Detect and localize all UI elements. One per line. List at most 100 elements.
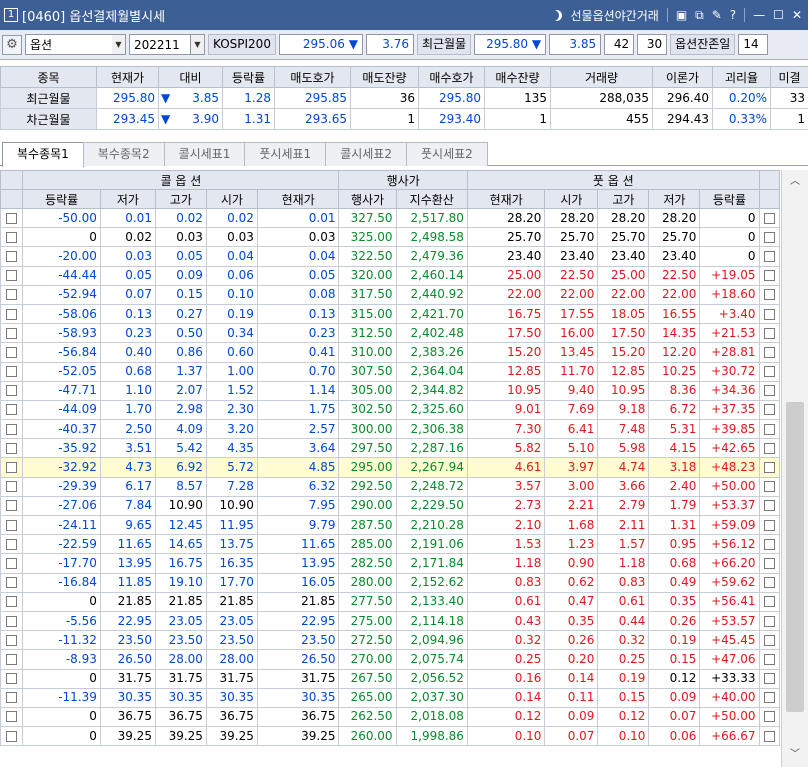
table-row[interactable]: 0 39.25 39.25 39.25 39.25 260.00 1,998.86 0.10 0… [0,726,781,747]
table-row[interactable]: -27.06 7.84 10.90 10.90 7.95 290.00 2,229.50 2.… [0,495,781,517]
put-select-checkbox[interactable] [763,519,775,531]
col-header[interactable]: 행사가 [338,189,397,209]
table-row[interactable]: -11.39 30.35 30.35 30.35 30.35 265.00 2,037.30… [0,687,781,708]
put-select-checkbox[interactable] [763,289,775,301]
call-select-checkbox[interactable] [6,653,18,665]
put-select-checkbox[interactable] [763,481,775,493]
put-select-checkbox[interactable] [763,250,775,262]
table-row[interactable]: -52.05 0.68 1.37 1.00 0.70 307.50 2,364.04 12.8… [0,361,781,382]
put-select-checkbox[interactable] [763,538,775,550]
table-row[interactable]: -58.93 0.23 0.50 0.34 0.23 312.50 2,402.48 17.5… [0,323,781,344]
col-header[interactable]: 현재가 [466,189,546,209]
put-select-checkbox[interactable] [763,557,775,569]
scroll-down-icon[interactable]: ﹀ [782,745,808,765]
table-row[interactable]: -44.44 0.05 0.09 0.06 0.05 320.00 2,460.14 25.0… [0,265,781,286]
call-select-checkbox[interactable] [6,327,18,339]
put-select-checkbox[interactable] [763,653,775,665]
call-select-checkbox[interactable] [6,212,18,224]
call-select-checkbox[interactable] [6,423,18,435]
col-header[interactable]: 고가 [597,189,650,209]
call-select-checkbox[interactable] [6,711,18,723]
col-header[interactable]: 등락률 [22,189,101,209]
put-select-checkbox[interactable] [763,615,775,627]
table-row[interactable]: -16.84 11.85 19.10 17.70 16.05 280.00 2,152.62… [0,572,781,593]
table-row[interactable]: 0 31.75 31.75 31.75 31.75 267.50 2,056.52 0.16 0… [0,668,781,689]
table-row[interactable]: -22.59 11.65 14.65 13.75 11.65 285.00 2,191.06… [0,534,781,555]
call-select-checkbox[interactable] [6,250,18,262]
call-select-checkbox[interactable] [6,462,18,474]
put-select-checkbox[interactable] [763,385,775,397]
put-select-checkbox[interactable] [763,346,775,358]
put-select-checkbox[interactable] [763,462,775,474]
put-select-checkbox[interactable] [763,692,775,704]
call-select-checkbox[interactable] [6,385,18,397]
col-header[interactable]: 등락률 [699,189,760,209]
copy-window-icon[interactable]: ⧉ [695,8,704,23]
call-select-checkbox[interactable] [6,557,18,569]
table-row[interactable]: -35.92 3.51 5.42 4.35 3.64 297.50 2,287.16 5.82… [0,438,781,459]
call-select-checkbox[interactable] [6,404,18,416]
put-select-checkbox[interactable] [763,730,775,742]
call-select-checkbox[interactable] [6,289,18,301]
put-select-checkbox[interactable] [763,711,775,723]
table-row[interactable]: -8.93 26.50 28.00 28.00 26.50 270.00 2,075.74 0… [0,649,781,670]
help-icon[interactable]: ? [730,8,736,22]
month-select[interactable]: 202211 ▼ [129,34,205,55]
tab-call-sheet-2[interactable]: 콜시세표2 [325,142,407,166]
col-header[interactable]: 지수환산 [395,189,468,209]
table-row[interactable]: -20.00 0.03 0.05 0.04 0.04 322.50 2,479.36 23.4… [0,246,781,267]
table-row[interactable]: -50.00 0.01 0.02 0.02 0.01 327.50 2,517.80 28.2… [0,207,781,229]
call-select-checkbox[interactable] [6,577,18,589]
scroll-thumb[interactable] [786,402,804,712]
table-row[interactable]: -52.94 0.07 0.15 0.10 0.08 317.50 2,440.92 22.0… [0,284,781,305]
call-select-checkbox[interactable] [6,673,18,685]
put-select-checkbox[interactable] [763,500,775,512]
table-row[interactable]: -5.56 22.95 23.05 23.05 22.95 275.00 2,114.18 0… [0,610,781,632]
table-row[interactable]: -29.39 6.17 8.57 7.28 6.32 292.50 2,248.72 3.57… [0,476,781,497]
tab-put-sheet-2[interactable]: 풋시세표2 [405,142,488,166]
tab-multi-1[interactable]: 복수종목1 [2,142,84,167]
col-header[interactable]: 시가 [544,189,599,209]
table-row[interactable]: 0 0.02 0.03 0.03 0.03 325.00 2,498.58 25.70 25.7… [0,227,781,248]
table-row[interactable]: 0 36.75 36.75 36.75 36.75 262.50 2,018.08 0.12 0… [0,706,781,728]
table-row[interactable]: -11.32 23.50 23.50 23.50 23.50 272.50 2,094.96… [0,630,781,651]
call-select-checkbox[interactable] [6,366,18,378]
call-select-checkbox[interactable] [6,231,18,243]
put-select-checkbox[interactable] [763,404,775,416]
col-header[interactable]: 저가 [648,189,701,209]
tab-multi-2[interactable]: 복수종목2 [82,142,165,166]
night-trading-button[interactable]: 선물옵션야간거래 [570,7,658,24]
put-select-checkbox[interactable] [763,577,775,589]
table-row[interactable]: -56.84 0.40 0.86 0.60 0.41 310.00 2,383.26 15.2… [0,342,781,363]
minimize-icon[interactable]: — [753,8,765,22]
call-select-checkbox[interactable] [6,538,18,550]
product-select[interactable]: 옵션 [25,34,113,55]
call-select-checkbox[interactable] [6,346,18,358]
col-header[interactable]: 저가 [99,189,156,209]
table-row[interactable]: -44.09 1.70 2.98 2.30 1.75 302.50 2,325.60 9.01… [0,399,781,421]
table-row[interactable]: 0 21.85 21.85 21.85 21.85 277.50 2,133.40 0.61 0… [0,591,781,612]
call-select-checkbox[interactable] [6,481,18,493]
restore-layout-icon[interactable]: ▣ [676,8,687,22]
col-header[interactable]: 시가 [205,189,258,209]
put-select-checkbox[interactable] [763,673,775,685]
col-header[interactable]: 현재가 [256,189,340,209]
call-select-checkbox[interactable] [6,270,18,282]
put-select-checkbox[interactable] [763,308,775,320]
table-row[interactable]: -24.11 9.65 12.45 11.95 9.79 287.50 2,210.28 2.… [0,514,781,536]
scroll-up-icon[interactable]: ︿ [782,172,808,192]
call-select-checkbox[interactable] [6,615,18,627]
call-select-checkbox[interactable] [6,730,18,742]
summary-row-near[interactable]: 최근월물 295.80 ▼ 3.85 1.28 295.85 36 295.80 … [0,87,808,109]
product-select-arrow[interactable]: ▼ [112,34,126,55]
call-select-checkbox[interactable] [6,596,18,608]
table-row[interactable]: -40.37 2.50 4.09 3.20 2.57 300.00 2,306.38 7.30… [0,419,781,440]
call-select-checkbox[interactable] [6,692,18,704]
table-row[interactable]: -58.06 0.13 0.27 0.19 0.13 315.00 2,421.70 16.7… [0,303,781,325]
pin-icon[interactable]: ✎ [712,8,722,22]
put-select-checkbox[interactable] [763,634,775,646]
table-row[interactable]: -32.92 4.73 6.92 5.72 4.85 295.00 2,267.94 4.61… [0,457,781,478]
tab-call-sheet-1[interactable]: 콜시세표1 [163,142,246,166]
call-select-checkbox[interactable] [6,500,18,512]
gear-icon[interactable]: ⚙ [2,34,22,55]
